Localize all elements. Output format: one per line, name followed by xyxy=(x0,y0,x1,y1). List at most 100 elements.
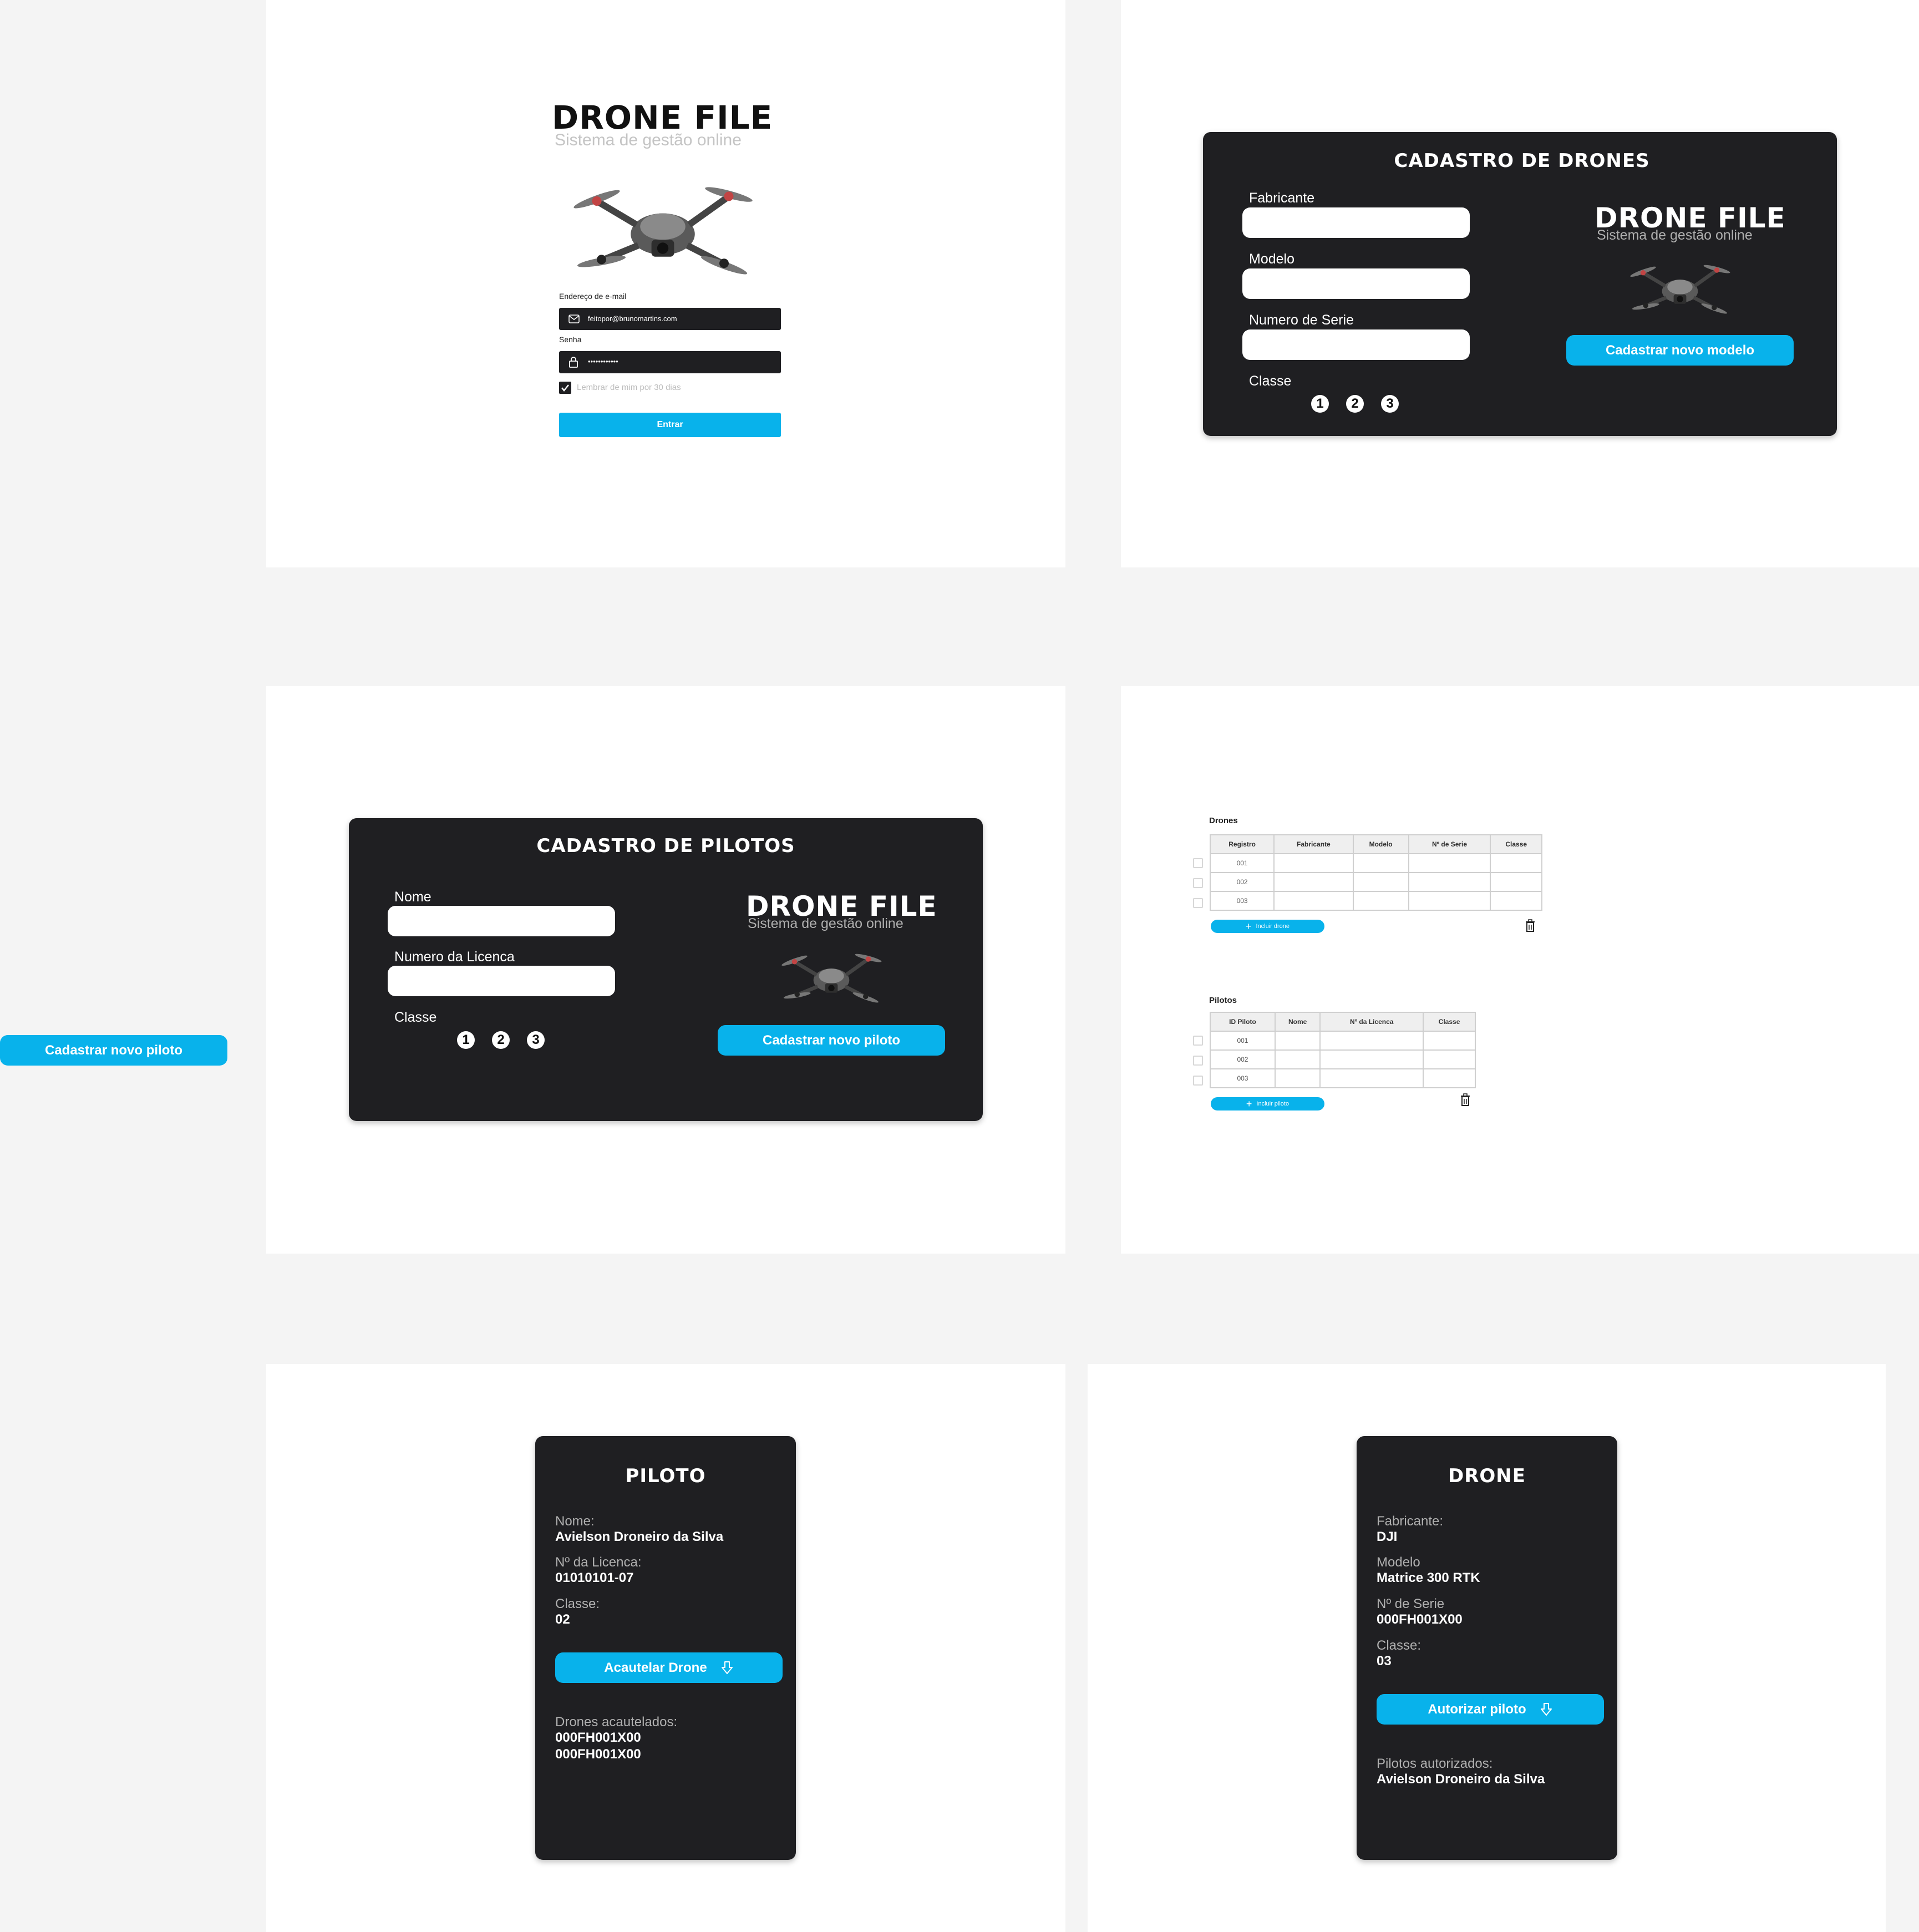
licenca-label: Nº da Licenca: xyxy=(555,1555,642,1570)
drone-icon xyxy=(568,161,757,288)
table-cell xyxy=(1273,891,1354,911)
classe-option-3[interactable]: 3 xyxy=(527,1031,545,1049)
fabricante-value: DJI xyxy=(1377,1529,1398,1544)
mail-icon xyxy=(568,315,580,323)
classe-label: Classe xyxy=(394,1010,437,1025)
checkout-drone-button[interactable]: Acautelar Drone xyxy=(555,1652,783,1683)
table-cell xyxy=(1273,853,1354,873)
table-row[interactable]: 001 xyxy=(1210,1031,1476,1051)
table-row[interactable]: 003 xyxy=(1209,891,1542,911)
drone-card-title: DRONE xyxy=(1448,1465,1526,1487)
pilot-register-title: CADASTRO DE PILOTOS xyxy=(536,835,795,857)
serie-value: 000FH001X00 xyxy=(1377,1612,1463,1627)
table-cell: 003 xyxy=(1210,1068,1276,1088)
drone-detail-frame: DRONE Fabricante: DJI Modelo Matrice 300… xyxy=(1088,1364,1886,1932)
classe-option-1[interactable]: 1 xyxy=(457,1031,475,1049)
fabricante-input[interactable] xyxy=(1242,207,1470,238)
pilot-detail-frame: PILOTO Nome: Avielson Droneiro da Silva … xyxy=(266,1364,1065,1932)
floating-register-pilot-button[interactable]: Cadastrar novo piloto xyxy=(0,1035,227,1066)
classe-label: Classe: xyxy=(1377,1638,1422,1653)
fabricante-label: Fabricante xyxy=(1249,190,1315,206)
classe-option-1[interactable]: 1 xyxy=(1311,395,1329,413)
drone-register-frame: CADASTRO DE DRONES Fabricante Modelo Num… xyxy=(1121,0,1919,567)
nome-label: Nome xyxy=(394,889,431,905)
classe-option-2[interactable]: 2 xyxy=(492,1031,510,1049)
serie-label: Nº de Serie xyxy=(1377,1596,1445,1611)
tables-frame: Drones Registro Fabricante Modelo Nº de … xyxy=(1121,686,1919,1254)
download-arrow-icon xyxy=(721,1661,733,1674)
authorized-pilots-label: Pilotos autorizados: xyxy=(1377,1756,1493,1771)
classe-option-3[interactable]: 3 xyxy=(1381,395,1399,413)
drone-icon xyxy=(1627,251,1733,321)
serie-input[interactable] xyxy=(1242,329,1470,360)
check-icon xyxy=(561,384,569,392)
column-header: Classe xyxy=(1423,1012,1476,1032)
drone-icon xyxy=(779,940,884,1010)
table-cell xyxy=(1274,1049,1321,1069)
modelo-input[interactable] xyxy=(1242,268,1470,299)
row-checkbox[interactable] xyxy=(1193,1056,1203,1066)
authorized-pilot-item: Avielson Droneiro da Silva xyxy=(1377,1772,1545,1787)
drones-table: Registro Fabricante Modelo Nº de Serie C… xyxy=(1209,834,1542,911)
column-header: Modelo xyxy=(1352,834,1409,854)
register-pilot-button[interactable]: Cadastrar novo piloto xyxy=(718,1025,945,1056)
remember-checkbox[interactable] xyxy=(559,382,571,394)
table-cell xyxy=(1319,1049,1424,1069)
column-header: ID Piloto xyxy=(1210,1012,1276,1032)
table-header-row: Registro Fabricante Modelo Nº de Serie C… xyxy=(1209,834,1542,854)
email-field[interactable]: feitopor@brunomartins.com xyxy=(559,308,781,330)
checkout-drone-label: Acautelar Drone xyxy=(604,1660,707,1675)
row-checkbox[interactable] xyxy=(1193,878,1203,888)
add-drone-button[interactable]: + Incluir drone xyxy=(1211,920,1324,933)
brand-tagline: Sistema de gestão online xyxy=(1597,227,1753,243)
checked-out-drones-label: Drones acautelados: xyxy=(555,1715,678,1730)
serie-label: Numero de Serie xyxy=(1249,312,1354,328)
table-cell: 003 xyxy=(1209,891,1275,911)
fabricante-label: Fabricante: xyxy=(1377,1514,1444,1529)
login-frame: DRONE FILE Sistema de gestão online Ende… xyxy=(266,0,1065,567)
authorize-pilot-button[interactable]: Autorizar piloto xyxy=(1377,1694,1604,1725)
remember-label: Lembrar de mim por 30 dias xyxy=(577,383,681,392)
trash-icon[interactable] xyxy=(1460,1093,1471,1107)
nome-input[interactable] xyxy=(388,906,615,936)
classe-option-2[interactable]: 2 xyxy=(1346,395,1364,413)
table-row[interactable]: 003 xyxy=(1210,1068,1476,1088)
table-cell xyxy=(1319,1068,1424,1088)
table-row[interactable]: 002 xyxy=(1210,1049,1476,1069)
table-cell xyxy=(1352,853,1409,873)
table-row[interactable]: 002 xyxy=(1209,872,1542,892)
column-header: Fabricante xyxy=(1273,834,1354,854)
password-value: •••••••••••• xyxy=(588,357,618,366)
table-header-row: ID Piloto Nome Nº da Licenca Classe xyxy=(1210,1012,1476,1032)
password-field[interactable]: •••••••••••• xyxy=(559,351,781,373)
row-checkbox[interactable] xyxy=(1193,858,1203,868)
licenca-input[interactable] xyxy=(388,966,615,996)
table-cell xyxy=(1352,891,1409,911)
table-cell xyxy=(1273,872,1354,892)
column-header: Nome xyxy=(1274,1012,1321,1032)
classe-label: Classe: xyxy=(555,1596,600,1611)
table-cell: 001 xyxy=(1210,1031,1276,1051)
licenca-label: Numero da Licenca xyxy=(394,949,515,965)
table-cell xyxy=(1408,872,1491,892)
table-cell xyxy=(1408,891,1491,911)
lock-icon xyxy=(569,357,578,368)
table-cell xyxy=(1408,853,1491,873)
row-checkbox[interactable] xyxy=(1193,898,1203,908)
add-pilot-button[interactable]: + Incluir piloto xyxy=(1211,1097,1324,1110)
table-row[interactable]: 001 xyxy=(1209,853,1542,873)
login-button[interactable]: Entrar xyxy=(559,413,781,437)
table-cell xyxy=(1274,1068,1321,1088)
modelo-label: Modelo xyxy=(1377,1555,1420,1570)
drone-card: DRONE Fabricante: DJI Modelo Matrice 300… xyxy=(1357,1436,1617,1860)
table-cell: 001 xyxy=(1209,853,1275,873)
row-checkbox[interactable] xyxy=(1193,1076,1203,1086)
trash-icon[interactable] xyxy=(1525,919,1536,932)
register-model-button[interactable]: Cadastrar novo modelo xyxy=(1566,335,1794,366)
nome-value: Avielson Droneiro da Silva xyxy=(555,1529,724,1544)
pilot-register-frame: CADASTRO DE PILOTOS Nome Numero da Licen… xyxy=(266,686,1065,1254)
brand-tagline: Sistema de gestão online xyxy=(748,916,903,931)
password-label: Senha xyxy=(559,335,582,344)
row-checkbox[interactable] xyxy=(1193,1036,1203,1046)
checked-out-drone-item: 000FH001X00 xyxy=(555,1730,641,1745)
